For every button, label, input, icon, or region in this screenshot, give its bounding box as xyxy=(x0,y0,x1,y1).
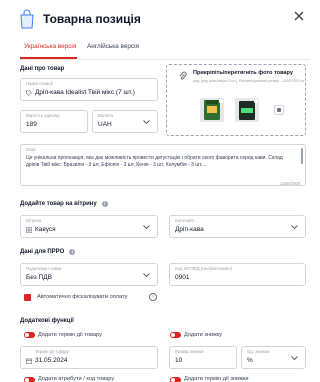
remove-photo-icon[interactable] xyxy=(254,99,258,103)
photo-upload-title: Прикріпіть/перетягніть фото товару xyxy=(193,70,294,76)
section-prro-label: Дані для ПРРО xyxy=(20,249,65,255)
price-label: Вартість одиниці xyxy=(26,113,60,118)
tab-english[interactable]: Англійська версія xyxy=(87,43,139,50)
category-value: Дріп-кава xyxy=(175,226,204,233)
shopping-bag-icon xyxy=(20,9,34,29)
product-name-label: Назва позиції xyxy=(26,81,53,86)
category-label: Категорія xyxy=(175,218,194,223)
description-char-counter: 1248/2000 xyxy=(280,181,301,186)
attributes-toggle-label: Додати атрибути / код товару xyxy=(38,376,115,382)
toggle-knob xyxy=(171,333,175,337)
section-showcase-title: Додайте товар на вітрину i xyxy=(20,201,108,207)
photo-upload-area[interactable]: Прикріпіть/перетягніть фото товару png, … xyxy=(166,64,306,136)
term-date-value: 31.05.2024 xyxy=(35,357,68,364)
showcase-select[interactable]: Вітрина Кавуся xyxy=(20,215,158,238)
auto-fiscal-checkbox[interactable] xyxy=(24,294,31,306)
description-label: Опис xyxy=(26,147,37,152)
description-field[interactable]: Опис Це унікальна пропозиція, яка дає мо… xyxy=(20,144,306,186)
product-name-field[interactable]: Назва позиції Дріп-кава Idealist Твій мі… xyxy=(20,78,158,101)
tax-rate-select[interactable]: Податкова ставка Без ПДВ xyxy=(20,263,158,286)
product-photo-thumbnail[interactable] xyxy=(235,98,259,122)
uktzed-code-field[interactable]: Код УКТЗЕД (необов'язково) 0901 xyxy=(169,263,306,286)
showcase-label: Вітрина xyxy=(26,218,42,223)
chevron-down-icon xyxy=(291,225,298,230)
paperclip-icon xyxy=(179,71,187,80)
price-field[interactable]: Вартість одиниці 189 xyxy=(20,110,88,133)
toggle-knob xyxy=(25,333,29,337)
language-tabs: Українська версія Англійська версія xyxy=(20,40,310,60)
term-date-field[interactable]: Термін дії товару 31.05.2024 xyxy=(20,346,158,369)
tab-ukrainian[interactable]: Українська версія xyxy=(24,43,76,50)
remove-photo-icon[interactable] xyxy=(219,99,223,103)
description-scrollbar[interactable] xyxy=(301,148,303,164)
discount-unit-select[interactable]: Од. знижки % xyxy=(241,346,306,369)
description-text: Це унікальна пропозиція, яка дає можливі… xyxy=(26,155,283,169)
chevron-down-icon xyxy=(143,273,150,278)
chevron-down-icon xyxy=(143,225,150,230)
modal-title: Товарна позиція xyxy=(43,12,141,26)
info-icon[interactable]: i xyxy=(149,293,157,301)
discount-unit-label: Од. знижки xyxy=(247,349,270,354)
grid-icon xyxy=(26,227,32,233)
section-product-title: Дані про товар xyxy=(20,66,65,72)
tax-rate-label: Податкова ставка xyxy=(26,266,62,271)
modal-header: Товарна позиція xyxy=(0,0,310,38)
category-select[interactable]: Категорія Дріп-кава xyxy=(169,215,306,238)
term-toggle-label: Додати термін дії товару xyxy=(38,332,102,338)
currency-value: UAH xyxy=(98,121,112,128)
checkmark-icon xyxy=(25,301,31,306)
info-icon[interactable]: i xyxy=(101,201,108,207)
coffee-package-image xyxy=(239,101,255,120)
section-showcase-label: Додайте товар на вітрину xyxy=(20,201,97,207)
discount-term-toggle[interactable] xyxy=(170,377,181,382)
currency-select[interactable]: Валюта UAH xyxy=(92,110,158,133)
toggle-knob xyxy=(171,378,175,382)
uktzed-code-label: Код УКТЗЕД (необов'язково) xyxy=(175,266,233,271)
active-tab-indicator xyxy=(20,57,77,59)
chevron-down-icon xyxy=(291,356,298,361)
currency-label: Валюта xyxy=(98,113,114,118)
term-date-label: Термін дії товару xyxy=(35,349,69,354)
section-extra-title: Додаткові функції xyxy=(20,318,74,324)
coffee-package-image xyxy=(204,100,220,120)
discount-toggle[interactable] xyxy=(170,332,181,338)
discount-size-field[interactable]: Розмір знижки 10 xyxy=(169,346,237,369)
calendar-icon xyxy=(26,358,32,364)
product-photo-thumbnail[interactable] xyxy=(200,98,224,122)
auto-fiscal-label: Автоматично фіскалізувати оплату xyxy=(37,294,128,300)
section-prro-title: Дані для ПРРО i xyxy=(20,249,76,255)
toggle-knob xyxy=(25,378,29,382)
add-photo-button[interactable] xyxy=(274,105,284,115)
discount-size-value: 10 xyxy=(175,357,183,364)
tax-rate-value: Без ПДВ xyxy=(26,274,52,281)
price-value: 189 xyxy=(26,121,37,128)
term-toggle[interactable] xyxy=(24,332,35,338)
product-name-value: Дріп-кава Idealist Твій мікс (7 шт.) xyxy=(35,89,135,96)
close-icon[interactable] xyxy=(294,11,304,21)
showcase-value: Кавуся xyxy=(35,226,56,233)
photo-upload-hint: png, jpeg (максимум 5 шт.). Рекомендован… xyxy=(193,79,305,83)
uktzed-code-value: 0901 xyxy=(175,274,190,281)
info-icon[interactable]: i xyxy=(69,249,76,255)
tag-icon xyxy=(26,90,32,96)
discount-toggle-label: Додати знижку xyxy=(184,332,223,338)
attributes-toggle[interactable] xyxy=(24,377,35,382)
chevron-down-icon xyxy=(143,120,150,125)
discount-size-label: Розмір знижки xyxy=(175,349,204,354)
discount-term-toggle-label: Додати термін дії знижки xyxy=(184,376,249,382)
discount-unit-value: % xyxy=(247,357,253,364)
